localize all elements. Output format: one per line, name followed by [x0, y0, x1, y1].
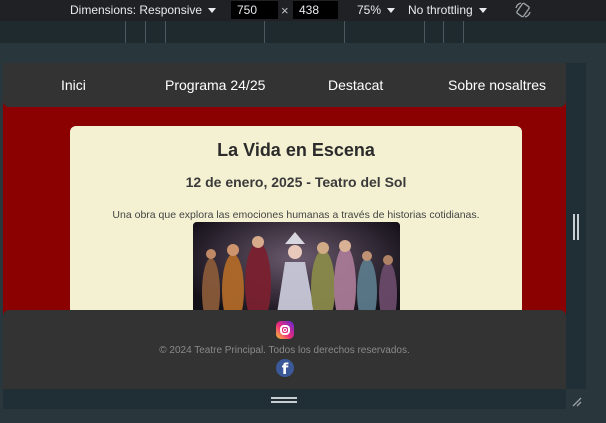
footer-copyright: © 2024 Teatre Principal. Todos los derec…	[159, 345, 410, 356]
dimensions-dropdown[interactable]: Dimensions: Responsive	[70, 0, 217, 21]
event-title: La Vida en Escena	[217, 140, 375, 160]
facebook-icon[interactable]: f	[276, 359, 294, 378]
resize-handle-right[interactable]	[566, 63, 586, 389]
devtools-device-toolbar: Dimensions: Responsive 750 × 438 75% No …	[0, 0, 606, 21]
emulated-viewport: Inici Programa 24/25 Destacat Sobre nosa…	[3, 63, 566, 389]
nav-link-destacat[interactable]: Destacat	[328, 77, 383, 93]
dimension-separator: ×	[281, 3, 289, 18]
chevron-down-icon	[478, 8, 487, 14]
media-query-ruler[interactable]	[0, 21, 606, 43]
site-footer: © 2024 Teatre Principal. Todos los derec…	[3, 310, 566, 389]
height-input[interactable]: 438	[293, 1, 338, 19]
grip-icon	[573, 214, 575, 240]
instagram-icon[interactable]	[276, 321, 294, 339]
event-card: La Vida en Escena 12 de enero, 2025 - Te…	[70, 126, 522, 326]
grip-icon	[271, 397, 297, 399]
chevron-down-icon	[387, 8, 396, 14]
resize-corner-icon[interactable]	[570, 395, 582, 407]
zoom-label: 75%	[357, 3, 382, 17]
nav-link-sobre-nosaltres[interactable]: Sobre nosaltres	[448, 77, 546, 93]
site-nav: Inici Programa 24/25 Destacat Sobre nosa…	[3, 63, 566, 107]
nav-link-inici[interactable]: Inici	[61, 77, 86, 93]
throttling-label: No throttling	[408, 3, 473, 17]
event-description: Una obra que explora las emociones human…	[112, 209, 480, 221]
chevron-down-icon	[208, 8, 217, 14]
event-date: 12 de enero, 2025 - Teatro del Sol	[185, 174, 407, 190]
dimensions-label: Dimensions: Responsive	[70, 3, 203, 17]
width-input[interactable]: 750	[231, 1, 278, 19]
zoom-dropdown[interactable]: 75%	[357, 0, 396, 21]
throttling-dropdown[interactable]: No throttling	[408, 0, 487, 21]
resize-handle-bottom[interactable]	[3, 389, 566, 409]
nav-link-programa[interactable]: Programa 24/25	[165, 77, 265, 93]
rotate-icon[interactable]	[513, 0, 533, 20]
